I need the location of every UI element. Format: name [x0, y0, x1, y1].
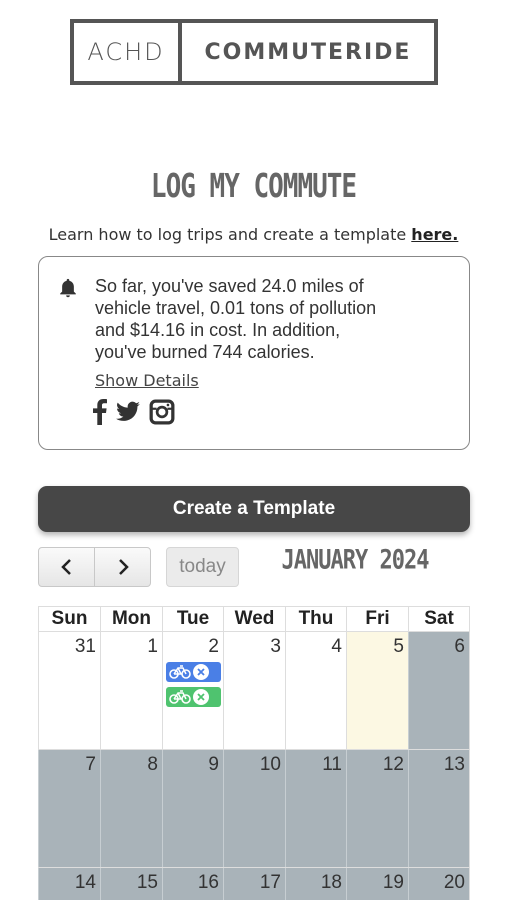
day-number: 17 — [259, 872, 281, 893]
day-number: 16 — [197, 872, 219, 893]
day-cell-future[interactable]: 20 — [408, 868, 470, 900]
twitter-icon[interactable] — [115, 399, 141, 430]
day-cell[interactable]: 1 — [100, 632, 162, 749]
facebook-icon[interactable] — [93, 399, 107, 430]
savings-card: So far, you've saved 24.0 miles of vehic… — [38, 256, 470, 450]
day-cell-future[interactable]: 13 — [408, 750, 470, 867]
day-number: 10 — [259, 754, 281, 775]
subtitle: Learn how to log trips and create a temp… — [0, 225, 507, 244]
day-number: 12 — [382, 754, 404, 775]
instagram-icon[interactable] — [149, 399, 175, 430]
weekday-header: Sun Mon Tue Wed Thu Fri Sat — [38, 606, 470, 631]
weekday-sat: Sat — [408, 607, 470, 631]
today-button[interactable]: today — [166, 547, 239, 587]
weekday-thu: Thu — [285, 607, 346, 631]
day-number: 2 — [208, 636, 219, 657]
prev-month-button[interactable] — [39, 548, 94, 586]
day-number: 19 — [382, 872, 404, 893]
savings-line-3: and $14.16 in cost. In addition, — [95, 320, 341, 340]
next-month-button[interactable] — [94, 548, 150, 586]
calendar-week-2: 7 8 9 10 11 12 13 — [38, 749, 470, 867]
here-link[interactable]: here. — [411, 225, 458, 244]
day-number: 20 — [443, 872, 465, 893]
delete-event-icon[interactable] — [193, 689, 209, 705]
day-cell-future[interactable]: 18 — [285, 868, 346, 900]
day-cell-future[interactable]: 17 — [223, 868, 285, 900]
day-cell[interactable]: 31 — [38, 632, 100, 749]
day-cell[interactable]: 3 — [223, 632, 285, 749]
day-number: 8 — [147, 754, 158, 775]
day-cell-today[interactable]: 5 — [346, 632, 408, 749]
weekday-sun: Sun — [38, 607, 100, 631]
bicycle-icon — [169, 665, 191, 679]
day-cell-future[interactable]: 11 — [285, 750, 346, 867]
day-cell-future[interactable]: 12 — [346, 750, 408, 867]
savings-line-2: vehicle travel, 0.01 tons of pollution — [95, 298, 377, 318]
weekday-fri: Fri — [346, 607, 408, 631]
day-number: 6 — [454, 636, 465, 657]
achd-commuteride-logo[interactable]: ACHD COMMUTERIDE — [70, 19, 438, 85]
weekday-mon: Mon — [100, 607, 162, 631]
social-links — [93, 399, 175, 430]
day-number: 9 — [208, 754, 219, 775]
weekday-tue: Tue — [162, 607, 223, 631]
day-number: 31 — [74, 636, 96, 657]
create-template-button[interactable]: Create a Template — [38, 486, 470, 532]
day-number: 7 — [85, 754, 96, 775]
subtitle-text: Learn how to log trips and create a temp… — [48, 225, 412, 244]
logo-achd-text: ACHD — [74, 23, 182, 81]
day-number: 11 — [322, 754, 342, 775]
savings-summary: So far, you've saved 24.0 miles of vehic… — [95, 275, 415, 363]
weekday-wed: Wed — [223, 607, 285, 631]
day-number: 13 — [443, 754, 465, 775]
day-cell[interactable]: 4 — [285, 632, 346, 749]
day-number: 3 — [270, 636, 281, 657]
day-number: 14 — [74, 872, 96, 893]
day-cell-future[interactable]: 14 — [38, 868, 100, 900]
chevron-left-icon — [60, 559, 71, 575]
calendar-nav — [38, 547, 151, 587]
savings-line-4: you've burned 744 calories. — [95, 342, 315, 362]
day-cell-future[interactable]: 9 — [162, 750, 223, 867]
day-cell-future[interactable]: 7 — [38, 750, 100, 867]
day-cell-future[interactable]: 6 — [408, 632, 470, 749]
day-cell-future[interactable]: 15 — [100, 868, 162, 900]
day-cell-future[interactable]: 16 — [162, 868, 223, 900]
chevron-right-icon — [118, 559, 129, 575]
calendar-week-3: 14 15 16 17 18 19 20 — [38, 867, 470, 900]
day-number: 5 — [393, 636, 404, 657]
day-cell[interactable]: 2 — [162, 632, 223, 749]
bell-icon — [60, 278, 76, 298]
savings-line-1: So far, you've saved 24.0 miles of — [95, 276, 364, 296]
bicycle-icon — [169, 690, 191, 704]
logo-commuteride-text: COMMUTERIDE — [204, 39, 412, 65]
day-number: 4 — [331, 636, 342, 657]
show-details-link[interactable]: Show Details — [95, 371, 199, 390]
day-cell-future[interactable]: 10 — [223, 750, 285, 867]
day-number: 1 — [147, 636, 158, 657]
day-number: 18 — [320, 872, 342, 893]
calendar-grid: Sun Mon Tue Wed Thu Fri Sat 31 1 2 3 4 5… — [38, 606, 470, 900]
month-title: JANUARY 2024 — [281, 545, 430, 576]
day-cell-future[interactable]: 19 — [346, 868, 408, 900]
page-title: LOG MY COMMUTE — [150, 168, 357, 206]
delete-event-icon[interactable] — [193, 664, 209, 680]
bike-trip-event[interactable] — [166, 687, 221, 707]
bike-trip-event[interactable] — [166, 662, 221, 682]
day-cell-future[interactable]: 8 — [100, 750, 162, 867]
day-number: 15 — [136, 872, 158, 893]
calendar-week-1: 31 1 2 3 4 5 6 — [38, 631, 470, 749]
